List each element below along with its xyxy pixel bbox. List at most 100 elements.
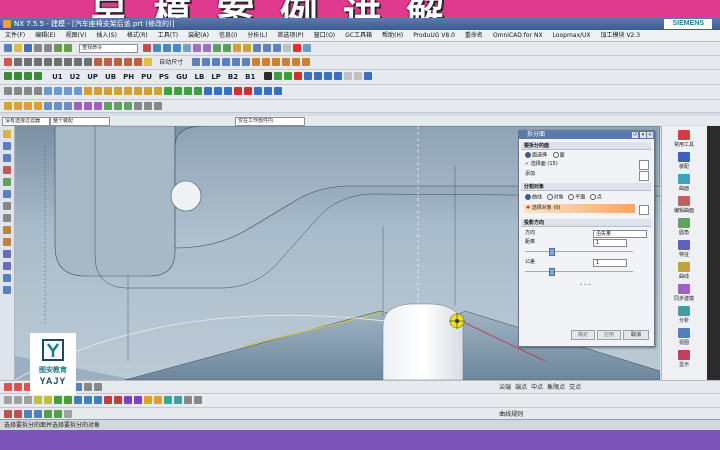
palette-icon[interactable] [354, 72, 363, 80]
snap-label-tip[interactable]: 尖端 [499, 383, 511, 393]
rb-assembly[interactable]: 装配 [666, 152, 702, 170]
delete-icon[interactable] [143, 44, 152, 52]
hide-icon[interactable] [114, 102, 122, 110]
expression-icon[interactable] [364, 72, 373, 80]
snap-label-intersect[interactable]: 交点 [569, 383, 581, 393]
rotate-icon[interactable] [173, 44, 182, 52]
translucency-icon[interactable] [144, 102, 152, 110]
rule-icon-2[interactable] [14, 410, 22, 418]
constraint-navigator-icon[interactable] [3, 154, 11, 162]
add-icon[interactable] [274, 72, 283, 80]
menu-item-loopmax[interactable]: Loopmax/UX [548, 30, 596, 41]
layer-icon[interactable] [213, 44, 222, 52]
extrude-icon[interactable] [263, 44, 272, 52]
color-icon[interactable] [134, 102, 142, 110]
rb-curve[interactable]: 曲线 [666, 262, 702, 280]
util-icon-16[interactable] [154, 396, 162, 404]
project-icon[interactable] [232, 58, 241, 66]
cylinder-icon[interactable] [14, 72, 22, 80]
playback-icon[interactable] [54, 87, 62, 95]
front-view-icon[interactable] [14, 102, 22, 110]
thicken-icon[interactable] [184, 87, 192, 95]
datum-axis-icon[interactable] [214, 87, 222, 95]
surface-icon[interactable] [252, 58, 261, 66]
menu-item-view[interactable]: 视图(V) [61, 30, 92, 41]
util-icon-2[interactable] [14, 396, 22, 404]
settings-icon[interactable]: ▾ [640, 132, 646, 138]
menu-item-help[interactable]: 帮助(H) [377, 30, 408, 41]
command-search-input[interactable]: 查找命令 [79, 44, 139, 53]
direction-select[interactable]: 沿矢量 [593, 230, 647, 238]
gu-button[interactable]: GU [173, 72, 190, 83]
b2-button[interactable]: B2 [225, 72, 241, 83]
menu-item-edit[interactable]: 编辑(E) [30, 30, 60, 41]
navigator-icon[interactable] [3, 130, 11, 138]
rule-icon-4[interactable] [34, 410, 42, 418]
part-navigator-icon[interactable] [3, 166, 11, 174]
split-option-object-radio[interactable] [546, 194, 553, 200]
web-browser-icon[interactable] [3, 202, 11, 210]
save-icon[interactable] [24, 44, 32, 52]
mesh-icon[interactable] [272, 58, 281, 66]
rb-sync-modeling[interactable]: 同步建模 [666, 284, 702, 302]
helix-icon[interactable] [212, 58, 221, 66]
circle-icon[interactable] [34, 58, 42, 66]
stop-icon[interactable] [293, 44, 302, 52]
extend-icon[interactable] [124, 58, 132, 66]
iso-view-icon[interactable] [34, 102, 42, 110]
rb-edit-surface[interactable]: 编辑曲面 [666, 196, 702, 214]
move-feature-icon[interactable] [64, 87, 72, 95]
util-icon-18[interactable] [174, 396, 182, 404]
move-face-icon[interactable] [254, 87, 262, 95]
profile-icon[interactable] [4, 58, 12, 66]
snap-existing-icon[interactable] [94, 383, 102, 391]
zoom-icon[interactable] [163, 44, 172, 52]
menu-item-file[interactable]: 文件(F) [0, 30, 30, 41]
layer-settings-icon[interactable] [154, 102, 162, 110]
up-button[interactable]: UP [84, 72, 101, 83]
sew-icon[interactable] [302, 58, 311, 66]
menu-item-rename[interactable]: 重命名 [460, 30, 488, 41]
point-icon[interactable] [84, 58, 92, 66]
snap-end-icon[interactable] [4, 383, 12, 391]
more-options-icon[interactable]: ⌄⌄⌄ [579, 281, 592, 288]
process-studio-icon[interactable] [3, 238, 11, 246]
util-icon-9[interactable] [84, 396, 92, 404]
table-icon[interactable] [344, 72, 353, 80]
cut-icon[interactable] [54, 44, 62, 52]
trim-icon[interactable] [114, 58, 122, 66]
cancel-button[interactable]: 取消 [623, 330, 649, 340]
render-icon[interactable] [193, 44, 202, 52]
datum-csys-icon[interactable] [224, 87, 232, 95]
info-icon[interactable] [303, 44, 312, 52]
snap-label-mid[interactable]: 中点 [531, 383, 543, 393]
intersect-curve-icon[interactable] [242, 58, 251, 66]
power-icon[interactable] [264, 72, 273, 80]
open-icon[interactable] [14, 44, 22, 52]
reuse-library-icon[interactable] [3, 178, 11, 186]
cone-icon[interactable] [24, 72, 32, 80]
u2-button[interactable]: U2 [67, 72, 84, 83]
snap-icon[interactable] [324, 72, 333, 80]
ok-button[interactable]: 确定 [571, 330, 595, 340]
nsided-icon[interactable] [292, 58, 301, 66]
system-material-icon[interactable] [3, 226, 11, 234]
util-icon-15[interactable] [144, 396, 152, 404]
menu-item-assembly[interactable]: 装配(A) [183, 30, 214, 41]
snap-grid-icon[interactable] [84, 383, 92, 391]
rb-fillet[interactable]: 圆角 [666, 218, 702, 236]
select-face-icon[interactable] [639, 160, 649, 170]
show-icon[interactable] [104, 102, 112, 110]
list-icon[interactable] [334, 72, 343, 80]
split-body-icon[interactable] [164, 87, 172, 95]
wcs-icon[interactable] [223, 44, 232, 52]
menu-item-insert[interactable]: 插入(S) [91, 30, 122, 41]
reset-icon[interactable]: ↺ [632, 132, 638, 138]
util-icon-17[interactable] [164, 396, 172, 404]
rb-feature[interactable]: 特征 [666, 240, 702, 258]
spline-icon[interactable] [74, 58, 82, 66]
revolve-icon[interactable] [273, 44, 282, 52]
curve-rule-label[interactable]: 曲线规则 [499, 410, 523, 419]
select-split-object-field[interactable]: ✱ 选择对象 (0) [523, 204, 635, 213]
studio-icon[interactable] [74, 102, 82, 110]
